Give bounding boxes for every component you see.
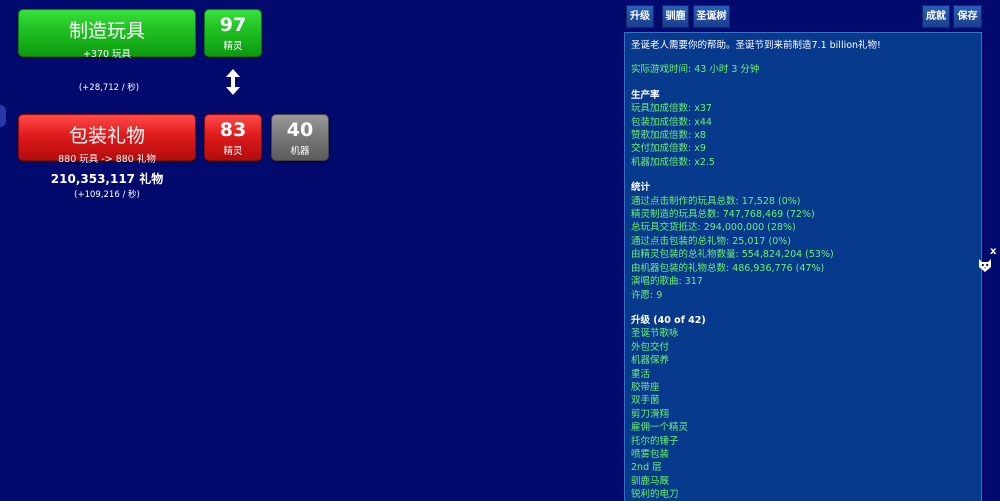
wrap-elves-label: 精灵 — [223, 146, 243, 157]
save-button[interactable]: 保存 — [953, 5, 982, 28]
list-item: 许愿: 9 — [631, 289, 663, 301]
list-item: 包装加成倍数: x44 — [631, 116, 712, 128]
list-item: 由机器包装的礼物总数: 486,936,776 (47%) — [631, 262, 825, 274]
list-item: 雇佣一个精灵 — [631, 422, 689, 434]
list-item: 胶带座 — [631, 381, 660, 393]
list-item: 玩具加成倍数: x37 — [631, 103, 712, 115]
list-item: 总玩具交货抵达: 294,000,000 (28%) — [631, 222, 796, 234]
gifts-total: 210,353,117 礼物 — [50, 172, 164, 186]
list-item: 剪刀滑翔 — [631, 408, 670, 420]
list-item: 托尔的锤子 — [631, 435, 679, 447]
production-heading: 生产率 — [631, 89, 660, 101]
list-item: 演唱的歌曲: 317 — [631, 276, 703, 288]
wrap-gifts-label: 包装礼物 — [68, 125, 145, 147]
intro-text: 圣诞老人需要你的帮助。圣诞节到来前制造7.1 billion礼物! — [631, 40, 881, 51]
upgrades-list: 圣诞节歌咏 外包交付 机器保养 重活 胶带座 双手菌 剪刀滑翔 雇佣一个精灵 托… — [631, 327, 975, 501]
list-item: 圣诞节歌咏 — [631, 328, 679, 340]
wrap-elves-button[interactable]: 83 精灵 — [204, 114, 262, 161]
stats-list: 通过点击制作的玩具总数: 17,528 (0%) 精灵制造的玩具总数: 747,… — [631, 195, 975, 302]
list-item: 双手菌 — [631, 395, 660, 407]
list-item: 通过点击包装的总礼物: 25,017 (0%) — [631, 235, 791, 247]
wrap-gifts-amount: 880 玩具 -> 880 礼物 — [58, 154, 156, 165]
tab-upgrades[interactable]: 升级 — [626, 5, 654, 28]
machines-button[interactable]: 40 机器 — [271, 114, 329, 161]
side-handle[interactable] — [0, 105, 6, 127]
upgrades-heading: 升级 (40 of 42) — [631, 314, 706, 326]
close-button[interactable]: x — [990, 246, 996, 257]
info-panel[interactable]: 圣诞老人需要你的帮助。圣诞节到来前制造7.1 billion礼物! 实际游戏时间… — [624, 32, 982, 501]
production-list: 玩具加成倍数: x37 包装加成倍数: x44 赞歌加成倍数: x8 交付加成倍… — [631, 102, 975, 169]
list-item: 精灵制造的玩具总数: 747,768,469 (72%) — [631, 209, 815, 221]
wrap-elves-count: 83 — [219, 119, 247, 141]
cat-icon[interactable] — [977, 257, 993, 277]
list-item: 机器加成倍数: x2.5 — [631, 156, 715, 168]
stats-heading: 统计 — [631, 182, 651, 194]
toy-elves-button[interactable]: 97 精灵 — [204, 9, 262, 57]
list-item: 赞歌加成倍数: x8 — [631, 130, 706, 142]
make-toys-amount: +370 玩具 — [82, 49, 132, 60]
machines-label: 机器 — [290, 146, 310, 157]
toy-rate: (+28,712 / 秒) — [78, 83, 140, 93]
list-item: 重活 — [631, 368, 651, 380]
list-item: 喷雾包装 — [631, 448, 670, 460]
toy-elves-label: 精灵 — [223, 41, 243, 52]
list-item: 机器保养 — [631, 355, 670, 367]
tab-reindeer[interactable]: 驯鹿 — [662, 5, 689, 28]
tab-achievements[interactable]: 成就 — [922, 5, 950, 28]
tab-christmas-tree[interactable]: 圣诞树 — [693, 5, 730, 28]
list-item: 通过点击制作的玩具总数: 17,528 (0%) — [631, 195, 801, 207]
list-item: 外包交付 — [631, 341, 670, 353]
list-item: 2nd 层 — [631, 462, 662, 474]
make-toys-label: 制造玩具 — [68, 20, 145, 42]
list-item: 锐利的电刀 — [631, 489, 679, 501]
machines-count: 40 — [286, 119, 314, 141]
list-item: 驯鹿马厩 — [631, 475, 670, 487]
play-time: 实际游戏时间: 43 小时 3 分钟 — [631, 64, 760, 76]
gift-rate: (+109,216 / 秒) — [74, 190, 140, 200]
up-down-arrow-icon — [224, 68, 242, 100]
make-toys-button[interactable]: 制造玩具 +370 玩具 — [18, 9, 196, 60]
toy-elves-count: 97 — [219, 14, 247, 36]
game-screen: 制造玩具 +370 玩具 97 精灵 (+28,712 / 秒) 包装礼物 88… — [0, 0, 1000, 501]
list-item: 交付加成倍数: x9 — [631, 143, 706, 155]
list-item: 由精灵包装的总礼物数量: 554,824,204 (53%) — [631, 249, 834, 261]
wrap-gifts-button[interactable]: 包装礼物 880 玩具 -> 880 礼物 — [18, 114, 196, 165]
